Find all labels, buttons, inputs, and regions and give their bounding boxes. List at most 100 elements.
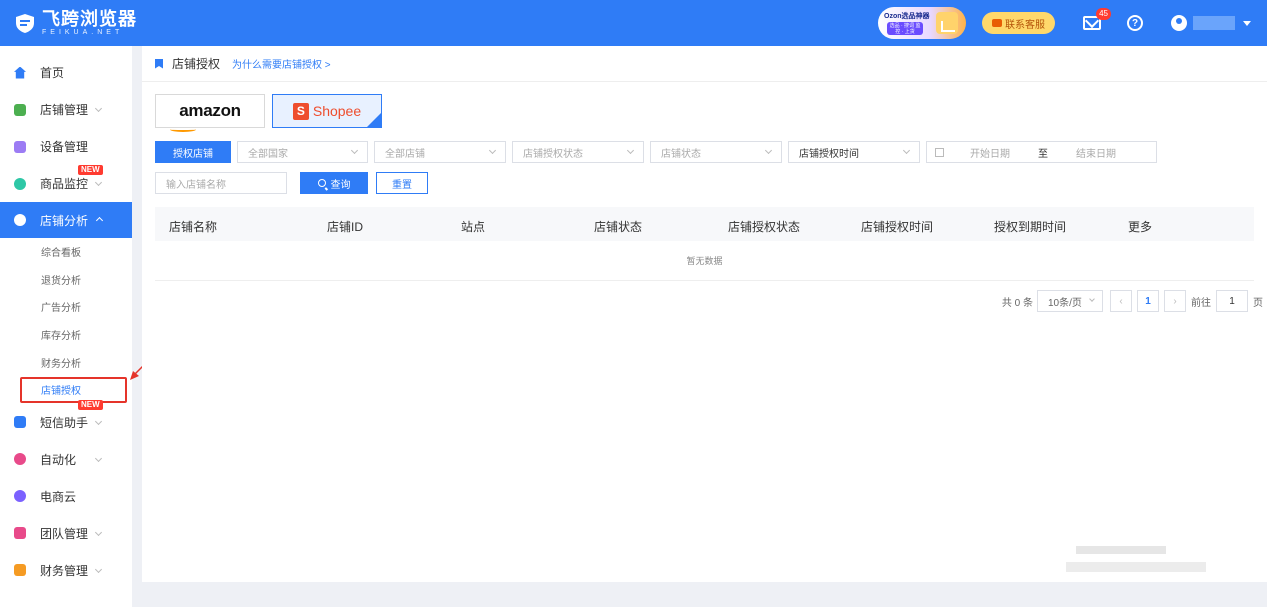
- chart-icon: [936, 12, 958, 34]
- sidebar-item-store-analysis[interactable]: 店铺分析: [0, 202, 132, 238]
- platform-tab-shopee[interactable]: S Shopee: [272, 94, 382, 128]
- ozon-promo-banner[interactable]: Ozon选品神器 选品 · 搜词 监控 · 上货: [878, 7, 966, 39]
- search-row: 输入店铺名称 查询 重置: [155, 172, 428, 194]
- contact-support-label: 联系客服: [1005, 19, 1045, 31]
- total-count: 共 0 条: [1001, 297, 1033, 309]
- chevron-down-icon: [350, 146, 359, 155]
- chevron-up-icon: [95, 216, 104, 225]
- team-icon: [14, 527, 26, 540]
- date-separator: 至: [1038, 148, 1048, 160]
- column-header: 店铺状态: [594, 220, 643, 234]
- next-page-button[interactable]: ›: [1164, 290, 1186, 312]
- page-title: 店铺授权: [172, 57, 221, 71]
- sidebar-item-product-monitor[interactable]: NEW 商品监控: [0, 165, 132, 202]
- page-suffix: 页: [1253, 297, 1263, 309]
- sidebar-item-ecommerce-cloud[interactable]: 电商云: [0, 478, 132, 515]
- goto-page-input[interactable]: 1: [1216, 290, 1248, 312]
- sms-icon: [14, 416, 26, 429]
- highlight-box: [20, 376, 127, 403]
- page-number-button[interactable]: 1: [1137, 290, 1159, 312]
- new-badge: NEW: [78, 399, 103, 410]
- sidebar-item-label: 财务管理: [40, 563, 89, 578]
- authorize-store-button[interactable]: 授权店铺: [155, 141, 231, 163]
- column-header: 店铺名称: [169, 220, 218, 234]
- prev-page-button[interactable]: ‹: [1110, 290, 1132, 312]
- sidebar-item-label: 自动化: [40, 452, 77, 467]
- store-status-select[interactable]: 店铺状态: [650, 141, 782, 163]
- new-badge: NEW: [78, 165, 103, 175]
- user-name-redacted: [1193, 16, 1235, 30]
- country-select[interactable]: 全部国家: [237, 141, 368, 163]
- sidebar-item-label: 电商云: [40, 489, 77, 504]
- sidebar-item-device-management[interactable]: 设备管理: [0, 128, 132, 165]
- contact-support-button[interactable]: 联系客服: [982, 12, 1055, 34]
- chevron-down-icon: [94, 565, 103, 573]
- reset-button[interactable]: 重置: [376, 172, 428, 194]
- sidebar-subitem-store-authorization[interactable]: 店铺授权: [0, 376, 132, 404]
- shopee-bag-icon: S: [292, 102, 309, 120]
- sidebar-subitem-returns[interactable]: 退货分析: [0, 266, 132, 294]
- sidebar-item-home[interactable]: 首页: [0, 54, 132, 91]
- app-logo[interactable]: 飞跨浏览器 FEIKUA.NET: [0, 10, 140, 37]
- chevron-down-icon: [626, 146, 635, 155]
- bookmark-icon: [155, 58, 163, 69]
- pagination: 共 0 条 10条/页 ‹ 1 › 前往 1 页: [1002, 290, 1267, 312]
- why-authorize-link[interactable]: 为什么需要店铺授权 >: [232, 56, 331, 71]
- sidebar-item-automation[interactable]: 自动化: [0, 441, 132, 478]
- platform-tabs: amazon S Shopee: [155, 94, 389, 132]
- mail-icon[interactable]: 45: [1083, 8, 1111, 30]
- sidebar-item-sms-assistant[interactable]: NEW 短信助手: [0, 399, 132, 441]
- country-select-value: 全部国家: [248, 148, 288, 160]
- sidebar: 首页 店铺管理 设备管理 NEW 商品监控 店铺分析 综合看板 退货分析 广告分…: [0, 46, 132, 607]
- sidebar-subitem-ads[interactable]: 广告分析: [0, 293, 132, 321]
- sidebar-item-finance-management[interactable]: 财务管理: [0, 552, 132, 589]
- main-content: 店铺授权 为什么需要店铺授权 > amazon S Shopee 授权店铺 全部…: [142, 46, 1267, 582]
- app-domain: FEIKUA.NET: [42, 28, 124, 36]
- end-date-input[interactable]: 结束日期: [1076, 145, 1116, 160]
- chevron-down-icon: [488, 146, 497, 155]
- date-range-picker[interactable]: 开始日期 至 结束日期: [926, 141, 1157, 163]
- help-icon[interactable]: ?: [1127, 15, 1143, 31]
- search-icon: [317, 179, 326, 187]
- breadcrumb: 店铺授权 为什么需要店铺授权 >: [142, 46, 1267, 82]
- store-name-search-input[interactable]: 输入店铺名称: [155, 172, 287, 194]
- store-table: 店铺名称 店铺ID 站点 店铺状态 店铺授权状态 店铺授权时间 授权到期时间 更…: [155, 207, 1254, 281]
- sidebar-subitem-inventory[interactable]: 库存分析: [0, 321, 132, 349]
- sidebar-item-store-management[interactable]: 店铺管理: [0, 91, 132, 128]
- chevron-down-icon: [902, 146, 911, 155]
- sidebar-item-label: 店铺分析: [40, 213, 89, 228]
- column-header: 授权到期时间: [994, 220, 1067, 234]
- store-icon: [14, 103, 26, 116]
- platform-tab-amazon[interactable]: amazon: [155, 94, 265, 132]
- device-icon: [14, 140, 26, 153]
- auth-time-select[interactable]: 店铺授权时间: [788, 141, 920, 163]
- robot-icon: [14, 453, 26, 466]
- sidebar-subitem-dashboard[interactable]: 综合看板: [0, 238, 132, 266]
- sidebar-subitem-finance[interactable]: 财务分析: [0, 348, 132, 376]
- chevron-down-icon: [94, 104, 103, 113]
- store-select[interactable]: 全部店铺: [374, 141, 506, 163]
- user-menu[interactable]: [1171, 15, 1251, 31]
- sidebar-item-team-management[interactable]: 团队管理: [0, 515, 132, 552]
- chat-icon: [992, 19, 1002, 27]
- filter-bar: 授权店铺 全部国家 全部店铺 店铺授权状态 店铺状态 店铺授权时间 开始日期 至…: [155, 141, 1157, 163]
- column-header: 店铺授权状态: [728, 220, 801, 234]
- table-header: 店铺名称 店铺ID 站点 店铺状态 店铺授权状态 店铺授权时间 授权到期时间 更…: [155, 207, 1254, 241]
- page-size-select[interactable]: 10条/页: [1037, 290, 1103, 312]
- search-button[interactable]: 查询: [300, 172, 368, 194]
- chevron-down-icon: [94, 178, 103, 187]
- sidebar-item-label: 团队管理: [40, 526, 89, 541]
- blurred-content: [1076, 546, 1166, 554]
- amazon-logo: amazon: [179, 101, 241, 120]
- analysis-icon: [14, 214, 26, 226]
- logo-icon: [14, 12, 36, 34]
- sidebar-item-label: 店铺管理: [40, 103, 89, 117]
- cloud-icon: [14, 490, 26, 503]
- goto-label: 前往: [1191, 297, 1211, 309]
- start-date-input[interactable]: 开始日期: [970, 145, 1010, 160]
- auth-status-select[interactable]: 店铺授权状态: [512, 141, 644, 163]
- chevron-down-icon: [94, 454, 103, 462]
- home-icon: [14, 66, 26, 79]
- column-header: 店铺授权时间: [861, 220, 934, 234]
- sidebar-item-label: 首页: [40, 66, 65, 80]
